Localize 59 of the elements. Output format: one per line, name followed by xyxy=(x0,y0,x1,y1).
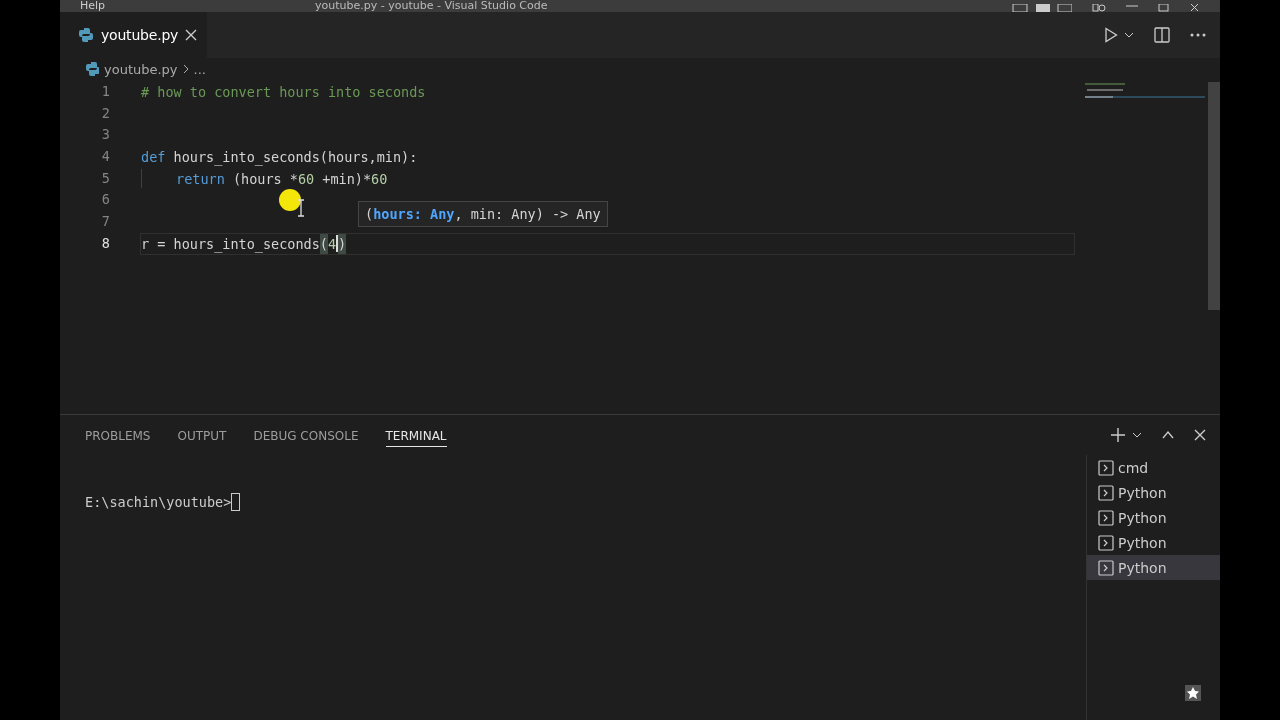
pin-icon[interactable] xyxy=(1185,685,1201,701)
panel-tab[interactable]: DEBUG CONSOLE xyxy=(253,423,359,447)
python-file-icon xyxy=(85,61,99,77)
code-line: def hours_into_seconds(hours,min): xyxy=(141,148,418,167)
terminal-prompt: E:\sachin\youtube> xyxy=(85,494,232,510)
terminal-name[interactable]: Python xyxy=(1118,509,1167,526)
terminal-icon xyxy=(1098,559,1114,576)
line-number: 5 xyxy=(100,168,110,188)
run-icon[interactable] xyxy=(1104,27,1118,43)
line-number: 7 xyxy=(100,212,110,232)
pointer-highlight-icon xyxy=(278,188,302,212)
close-icon[interactable] xyxy=(185,29,198,41)
terminal-list-item[interactable]: Python xyxy=(1087,555,1220,580)
chevron-right-icon xyxy=(182,64,189,74)
more-icon[interactable] xyxy=(1190,33,1206,37)
line-number: 8 xyxy=(100,233,110,253)
terminal-list-item[interactable]: Python xyxy=(1087,480,1220,505)
tab-label[interactable]: youtube.py xyxy=(101,27,179,43)
code-line: r = hours_into_seconds(4) xyxy=(141,233,347,254)
terminal-list-item[interactable]: cmd xyxy=(1087,455,1220,480)
terminal-name[interactable]: Python xyxy=(1118,534,1167,551)
terminal-icon xyxy=(1098,459,1114,476)
code-line: return (hours *60 +min)*60 xyxy=(176,169,388,189)
terminal-name[interactable]: Python xyxy=(1118,559,1167,576)
chevron-down-icon[interactable] xyxy=(1132,432,1142,438)
panel-tab[interactable]: PROBLEMS xyxy=(85,423,151,447)
panel-tab[interactable]: OUTPUT xyxy=(177,423,227,447)
text-cursor-icon xyxy=(297,199,305,217)
python-file-icon xyxy=(78,27,94,43)
layout-icon[interactable] xyxy=(1012,4,1072,12)
line-number: 6 xyxy=(100,190,110,210)
restore-icon[interactable] xyxy=(1158,4,1170,12)
signature-tooltip: (hours: Any, min: Any) -> Any xyxy=(358,201,608,227)
terminal-list-item[interactable]: Python xyxy=(1087,505,1220,530)
line-number: 1 xyxy=(100,82,110,101)
line-number: 2 xyxy=(100,103,110,123)
breadcrumb-item[interactable]: youtube.py xyxy=(104,61,178,77)
plus-icon[interactable] xyxy=(1110,427,1126,443)
terminal-name[interactable]: cmd xyxy=(1118,459,1149,476)
terminal-icon xyxy=(1098,509,1114,526)
code-line: # how to convert hours into seconds xyxy=(141,83,426,102)
chevron-up-icon[interactable] xyxy=(1162,431,1174,439)
breadcrumb-item[interactable]: ... xyxy=(193,61,206,77)
close-icon[interactable] xyxy=(1194,429,1206,441)
terminal-icon xyxy=(1098,484,1114,501)
panel-tab[interactable]: TERMINAL xyxy=(385,423,447,447)
terminal-cursor xyxy=(231,493,241,511)
terminal-list-item[interactable]: Python xyxy=(1087,530,1220,555)
editor-tab[interactable]: youtube.py xyxy=(60,12,208,58)
customize-layout-icon[interactable] xyxy=(1092,4,1106,12)
menu-item[interactable]: Help xyxy=(80,0,106,12)
line-number: 4 xyxy=(100,147,110,167)
window-title: youtube.py - youtube - Visual Studio Code xyxy=(315,0,548,12)
chevron-down-icon[interactable] xyxy=(1124,32,1134,38)
terminal-icon xyxy=(1098,534,1114,551)
terminal-name[interactable]: Python xyxy=(1118,484,1167,501)
split-editor-icon[interactable] xyxy=(1154,27,1170,43)
line-number: 3 xyxy=(100,125,110,145)
scrollbar-thumb[interactable] xyxy=(1208,82,1220,310)
